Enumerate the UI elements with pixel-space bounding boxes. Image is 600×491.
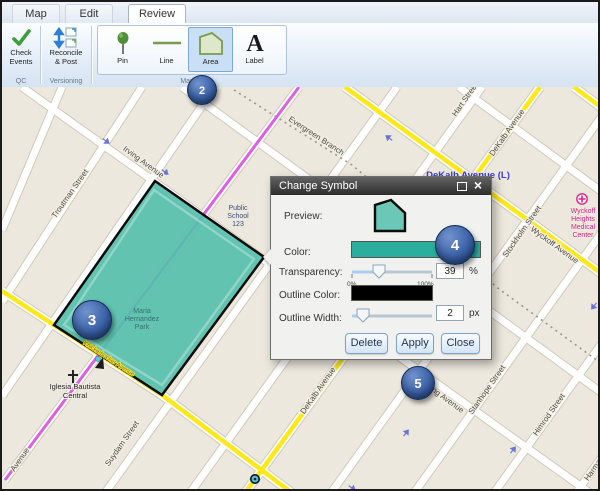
check-events-label2: Events <box>10 57 33 66</box>
outline-width-slider[interactable] <box>349 305 435 327</box>
transparency-value-input[interactable]: 39 <box>436 263 464 279</box>
outline-width-label: Outline Width: <box>279 313 342 324</box>
outline-width-value-input[interactable]: 2 <box>436 305 464 321</box>
ribbon: Map Edit Review Check Events QC <box>2 2 598 87</box>
ribbon-body: Check Events QC Reconcile & P <box>2 23 598 88</box>
close-button[interactable]: Close <box>441 333 480 354</box>
svg-text:A: A <box>246 31 264 56</box>
apply-button[interactable]: Apply <box>396 333 434 354</box>
outline-width-unit: px <box>469 308 480 319</box>
transparency-unit: % <box>469 266 478 277</box>
map-label: Medical <box>571 224 596 231</box>
station-dot <box>250 474 260 484</box>
callout-badge-4: 4 <box>435 225 475 265</box>
outline-color-label: Outline Color: <box>279 290 340 301</box>
dialog-title: Change Symbol <box>279 180 357 192</box>
line-icon <box>150 30 184 56</box>
maximize-icon[interactable] <box>457 182 467 191</box>
transparency-label: Transparency: <box>279 267 343 278</box>
hospital-icon <box>577 194 587 204</box>
map-label: School <box>227 213 249 220</box>
label-icon: A <box>242 30 268 56</box>
map-label: Maria <box>133 308 151 315</box>
map-label: Center <box>572 232 594 239</box>
reconcile-post-button[interactable]: Reconcile & Post <box>41 25 91 66</box>
transparency-slider-thumb[interactable] <box>373 265 385 278</box>
ribbon-tab-row: Map Edit Review <box>2 2 598 24</box>
group-versioning: Reconcile & Post Versioning <box>41 23 91 87</box>
line-tool-button[interactable]: Line <box>144 27 189 72</box>
map-label: Iglesia Bautista <box>50 382 102 391</box>
pin-tool-button[interactable]: Pin <box>100 27 145 72</box>
area-icon <box>197 31 225 57</box>
dialog-titlebar[interactable]: Change Symbol × <box>271 177 491 195</box>
label-tool-button[interactable]: A Label <box>232 27 277 72</box>
outline-color-swatch[interactable] <box>351 285 433 301</box>
map-label: Hernandez <box>125 316 160 323</box>
pin-icon <box>111 30 135 56</box>
area-tool-button[interactable]: Area <box>188 27 233 72</box>
vertex-dot[interactable] <box>95 356 100 361</box>
callout-badge-5: 5 <box>401 366 435 400</box>
check-icon <box>10 27 32 49</box>
delete-button[interactable]: Delete <box>345 333 388 354</box>
app-window: Map Edit Review Check Events QC <box>0 0 600 491</box>
reconcile-label2: & Post <box>55 57 77 66</box>
markup-frame: Pin Line Area <box>97 25 287 75</box>
preview-label: Preview: <box>284 211 322 222</box>
label-label: Label <box>232 56 277 65</box>
map-label: Park <box>135 324 150 331</box>
callout-badge-3: 3 <box>72 300 112 340</box>
reconcile-icon <box>53 27 79 49</box>
callout-badge-2: 2 <box>187 75 217 105</box>
tab-map[interactable]: Map <box>12 4 60 23</box>
tab-review[interactable]: Review <box>128 4 186 23</box>
preview-shape <box>371 197 411 235</box>
pin-label: Pin <box>100 56 145 65</box>
map-viewport[interactable]: Troutman StreetIrving AvenueIrving Avenu… <box>2 87 600 491</box>
group-label-versioning: Versioning <box>41 78 91 85</box>
outline-width-slider-thumb[interactable] <box>357 309 369 322</box>
check-events-button[interactable]: Check Events <box>2 25 40 66</box>
close-icon[interactable]: × <box>472 179 484 191</box>
dialog-callout-arrow <box>263 249 271 265</box>
map-label: Heights <box>571 216 595 223</box>
map-label: 123 <box>232 221 244 228</box>
color-label: Color: <box>284 247 311 258</box>
map-label: Wyckoff <box>571 208 596 215</box>
map-label: Central <box>63 391 88 400</box>
tab-edit[interactable]: Edit <box>65 4 113 23</box>
group-qc: Check Events QC <box>2 23 40 87</box>
group-label-qc: QC <box>2 78 40 85</box>
area-label: Area <box>189 57 232 66</box>
map-label: Public <box>228 205 248 212</box>
change-symbol-dialog: Change Symbol × Preview: Color: Transpar… <box>270 176 492 360</box>
line-label: Line <box>144 56 189 65</box>
